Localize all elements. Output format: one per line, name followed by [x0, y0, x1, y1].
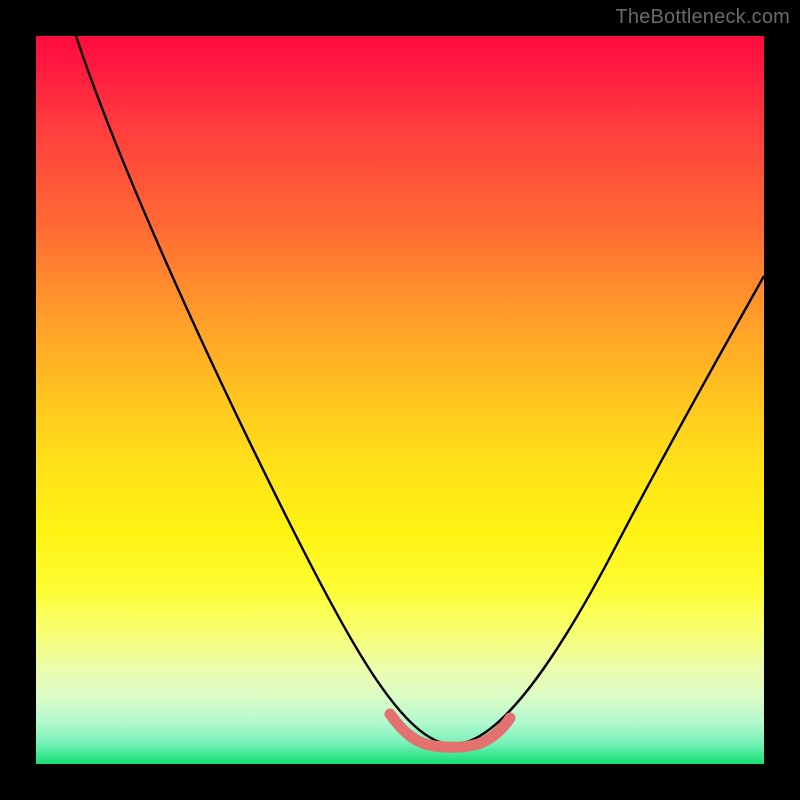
plot-area	[36, 36, 764, 764]
watermark-text: TheBottleneck.com	[615, 6, 790, 29]
chart-frame: TheBottleneck.com	[0, 0, 800, 800]
curve-layer	[36, 36, 764, 764]
bottleneck-curve	[76, 36, 764, 744]
